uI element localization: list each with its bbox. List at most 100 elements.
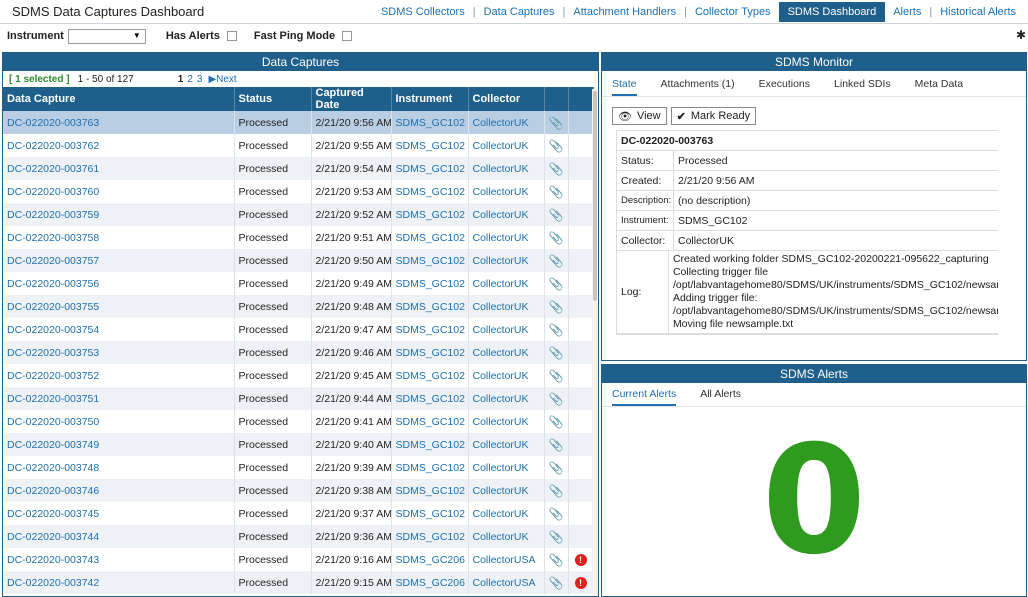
paperclip-icon[interactable]: 📎: [549, 369, 564, 383]
instrument-link[interactable]: SDMS_GC102: [396, 531, 465, 543]
nav-alerts[interactable]: Alerts: [885, 6, 929, 18]
instrument-link[interactable]: SDMS_GC102: [396, 186, 465, 198]
table-row[interactable]: DC-022020-003742 Processed 2/21/20 9:15 AM…: [3, 571, 594, 594]
paperclip-icon[interactable]: 📎: [549, 208, 564, 222]
collector-link[interactable]: CollectorUK: [473, 370, 529, 382]
collector-link[interactable]: CollectorUK: [473, 416, 529, 428]
table-row[interactable]: DC-022020-003761 Processed 2/21/20 9:54 AM…: [3, 157, 594, 180]
has-alerts-checkbox[interactable]: [226, 31, 237, 41]
next-page-link[interactable]: ▶Next: [208, 74, 236, 85]
table-row[interactable]: DC-022020-003760 Processed 2/21/20 9:53 AM…: [3, 180, 594, 203]
collector-link[interactable]: CollectorUK: [473, 531, 529, 543]
mark-ready-button[interactable]: ✔ Mark Ready: [670, 107, 757, 125]
instrument-link[interactable]: SDMS_GC102: [396, 140, 465, 152]
paperclip-icon[interactable]: 📎: [549, 116, 564, 130]
instrument-link[interactable]: SDMS_GC102: [396, 301, 465, 313]
instrument-link[interactable]: SDMS_GC206: [396, 577, 465, 589]
data-capture-link[interactable]: DC-022020-003755: [7, 301, 99, 313]
page-3-link[interactable]: 3: [197, 74, 203, 85]
paperclip-icon[interactable]: 📎: [549, 185, 564, 199]
alert-icon[interactable]: !: [574, 576, 587, 589]
tab-executions[interactable]: Executions: [759, 78, 810, 96]
instrument-link[interactable]: SDMS_GC102: [396, 370, 465, 382]
instrument-select[interactable]: ▼: [67, 28, 146, 44]
collector-link[interactable]: CollectorUK: [473, 117, 529, 129]
nav-attachment-handlers[interactable]: Attachment Handlers: [565, 6, 684, 18]
collector-link[interactable]: CollectorUSA: [473, 577, 536, 589]
view-button[interactable]: 👁 View: [612, 107, 667, 125]
paperclip-icon[interactable]: 📎: [549, 576, 564, 590]
nav-sdms-dashboard[interactable]: SDMS Dashboard: [778, 2, 886, 22]
collector-link[interactable]: CollectorUK: [473, 186, 529, 198]
data-capture-link[interactable]: DC-022020-003757: [7, 255, 99, 267]
instrument-link[interactable]: SDMS_GC102: [396, 278, 465, 290]
collector-link[interactable]: CollectorUSA: [473, 554, 536, 566]
table-row[interactable]: DC-022020-003757 Processed 2/21/20 9:50 AM…: [3, 249, 594, 272]
tab-attachments[interactable]: Attachments (1): [661, 78, 735, 96]
paperclip-icon[interactable]: 📎: [549, 323, 564, 337]
data-capture-link[interactable]: DC-022020-003749: [7, 439, 99, 451]
paperclip-icon[interactable]: 📎: [549, 530, 564, 544]
paperclip-icon[interactable]: 📎: [549, 277, 564, 291]
instrument-link[interactable]: SDMS_GC102: [396, 439, 465, 451]
collector-link[interactable]: CollectorUK: [473, 278, 529, 290]
instrument-link[interactable]: SDMS_GC102: [396, 117, 465, 129]
table-row[interactable]: DC-022020-003762 Processed 2/21/20 9:55 AM…: [3, 134, 594, 157]
collector-link[interactable]: CollectorUK: [473, 163, 529, 175]
table-row[interactable]: DC-022020-003748 Processed 2/21/20 9:39 AM…: [3, 456, 594, 479]
data-capture-link[interactable]: DC-022020-003760: [7, 186, 99, 198]
table-row[interactable]: DC-022020-003752 Processed 2/21/20 9:45 AM…: [3, 364, 594, 387]
collector-link[interactable]: CollectorUK: [473, 393, 529, 405]
tab-all-alerts[interactable]: All Alerts: [700, 388, 741, 406]
data-capture-link[interactable]: DC-022020-003742: [7, 577, 99, 589]
data-capture-link[interactable]: DC-022020-003756: [7, 278, 99, 290]
table-row[interactable]: DC-022020-003755 Processed 2/21/20 9:48 AM…: [3, 295, 594, 318]
paperclip-icon[interactable]: 📎: [549, 553, 564, 567]
tab-linked-sdis[interactable]: Linked SDIs: [834, 78, 891, 96]
tab-current-alerts[interactable]: Current Alerts: [612, 388, 677, 406]
instrument-link[interactable]: SDMS_GC102: [396, 209, 465, 221]
paperclip-icon[interactable]: 📎: [549, 162, 564, 176]
instrument-link[interactable]: SDMS_GC206: [396, 554, 465, 566]
instrument-link[interactable]: SDMS_GC102: [396, 163, 465, 175]
instrument-link[interactable]: SDMS_GC102: [396, 508, 465, 520]
paperclip-icon[interactable]: 📎: [549, 415, 564, 429]
nav-sdms-collectors[interactable]: SDMS Collectors: [373, 6, 473, 18]
column-header-data-capture[interactable]: Data Capture: [3, 87, 235, 111]
paperclip-icon[interactable]: 📎: [549, 254, 564, 268]
collector-link[interactable]: CollectorUK: [473, 439, 529, 451]
collector-link[interactable]: CollectorUK: [473, 209, 529, 221]
paperclip-icon[interactable]: 📎: [549, 507, 564, 521]
instrument-link[interactable]: SDMS_GC102: [396, 347, 465, 359]
data-capture-link[interactable]: DC-022020-003762: [7, 140, 99, 152]
column-header-captured-date[interactable]: Captured Date: [311, 87, 392, 111]
paperclip-icon[interactable]: 📎: [549, 392, 564, 406]
instrument-link[interactable]: SDMS_GC102: [396, 393, 465, 405]
table-row[interactable]: DC-022020-003754 Processed 2/21/20 9:47 AM…: [3, 318, 594, 341]
collector-link[interactable]: CollectorUK: [473, 508, 529, 520]
collector-link[interactable]: CollectorUK: [473, 301, 529, 313]
nav-data-captures[interactable]: Data Captures: [476, 6, 563, 18]
collector-link[interactable]: CollectorUK: [473, 255, 529, 267]
data-capture-link[interactable]: DC-022020-003743: [7, 554, 99, 566]
instrument-link[interactable]: SDMS_GC102: [396, 485, 465, 497]
nav-collector-types[interactable]: Collector Types: [687, 6, 779, 18]
paperclip-icon[interactable]: 📎: [549, 139, 564, 153]
page-1-link[interactable]: 1: [178, 74, 184, 85]
instrument-link[interactable]: SDMS_GC102: [396, 255, 465, 267]
data-capture-link[interactable]: DC-022020-003751: [7, 393, 99, 405]
data-capture-link[interactable]: DC-022020-003746: [7, 485, 99, 497]
paperclip-icon[interactable]: 📎: [549, 300, 564, 314]
instrument-link[interactable]: SDMS_GC102: [396, 416, 465, 428]
collector-link[interactable]: CollectorUK: [473, 324, 529, 336]
column-header-status[interactable]: Status: [234, 87, 312, 111]
table-row[interactable]: DC-022020-003756 Processed 2/21/20 9:49 AM…: [3, 272, 594, 295]
data-capture-link[interactable]: DC-022020-003763: [7, 117, 99, 129]
paperclip-icon[interactable]: 📎: [549, 461, 564, 475]
data-capture-link[interactable]: DC-022020-003745: [7, 508, 99, 520]
table-row[interactable]: DC-022020-003759 Processed 2/21/20 9:52 AM…: [3, 203, 594, 226]
data-capture-link[interactable]: DC-022020-003754: [7, 324, 99, 336]
paperclip-icon[interactable]: 📎: [549, 438, 564, 452]
page-2-link[interactable]: 2: [187, 74, 193, 85]
paperclip-icon[interactable]: 📎: [549, 231, 564, 245]
